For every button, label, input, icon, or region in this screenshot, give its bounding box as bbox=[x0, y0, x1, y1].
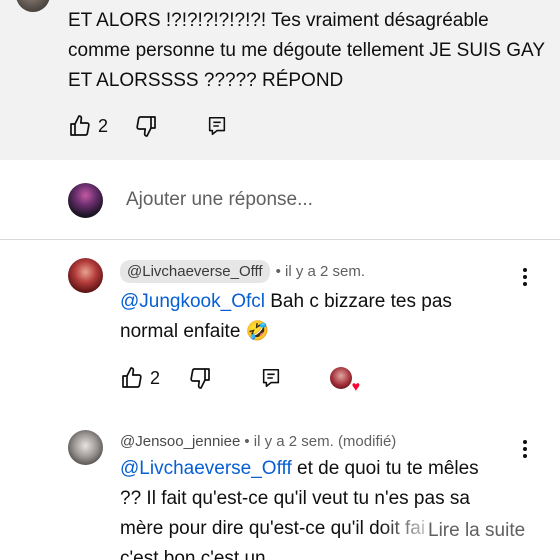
read-more-link[interactable]: Lire la suite bbox=[424, 520, 526, 542]
comment-text: ET ALORS !?!?!?!?!?!?! Tes vraiment désa… bbox=[68, 10, 545, 91]
thumbs-down-icon bbox=[136, 116, 156, 137]
reply-button[interactable] bbox=[206, 115, 228, 137]
comment-text: @Livchaeverse_Offf et de quoi tu te mêle… bbox=[120, 454, 500, 560]
like-count: 2 bbox=[150, 367, 161, 388]
more-vert-icon[interactable] bbox=[522, 440, 528, 461]
comment-meta: @Jensoo_jenniee • il y a 2 sem. (modifié… bbox=[120, 433, 396, 450]
author-handle[interactable]: @Jensoo_jenniee bbox=[120, 433, 240, 450]
creator-heart: ♥ bbox=[330, 367, 360, 393]
like-count: 2 bbox=[98, 115, 109, 136]
mention-link[interactable]: @Jungkook_Ofcl bbox=[120, 291, 265, 312]
reply-icon bbox=[208, 116, 226, 136]
comment-actions: 2 bbox=[68, 114, 228, 138]
thumbs-up-icon bbox=[70, 115, 90, 136]
thumbs-up-icon bbox=[122, 367, 142, 388]
highlighted-comment: ET ALORS !?!?!?!?!?!?! Tes vraiment désa… bbox=[0, 0, 560, 160]
avatar[interactable] bbox=[68, 430, 103, 465]
thumbs-down-icon bbox=[190, 368, 210, 389]
heart-icon: ♥ bbox=[351, 378, 361, 394]
dislike-button[interactable] bbox=[134, 114, 158, 138]
comment-text: @Jungkook_Ofcl Bah c bizzare tes pas nor… bbox=[120, 287, 500, 347]
comment-actions: 2 ♥ bbox=[120, 366, 360, 393]
like-button[interactable]: 2 bbox=[68, 114, 108, 138]
avatar[interactable] bbox=[68, 258, 103, 293]
current-user-avatar bbox=[68, 183, 103, 218]
add-reply-bar: Ajouter une réponse... bbox=[0, 160, 560, 240]
author-handle[interactable]: @Livchaeverse_Offf bbox=[120, 260, 270, 283]
comment-time: • il y a 2 sem. (modifié) bbox=[244, 433, 397, 450]
mention-link[interactable]: @Livchaeverse_Offf bbox=[120, 458, 292, 479]
creator-avatar: ♥ bbox=[330, 367, 360, 393]
avatar[interactable] bbox=[16, 0, 50, 12]
comment-time: • il y a 2 sem. bbox=[275, 263, 366, 280]
dislike-button[interactable] bbox=[188, 366, 212, 390]
more-vert-icon[interactable] bbox=[522, 268, 528, 289]
comment-meta: @Livchaeverse_Offf • il y a 2 sem. bbox=[120, 260, 365, 283]
add-reply-input[interactable]: Ajouter une réponse... bbox=[126, 189, 313, 211]
reply-icon bbox=[262, 368, 280, 388]
reply-comment: @Livchaeverse_Offf • il y a 2 sem. @Jung… bbox=[0, 240, 560, 420]
reply-button[interactable] bbox=[260, 367, 282, 389]
like-button[interactable]: 2 bbox=[120, 366, 160, 390]
